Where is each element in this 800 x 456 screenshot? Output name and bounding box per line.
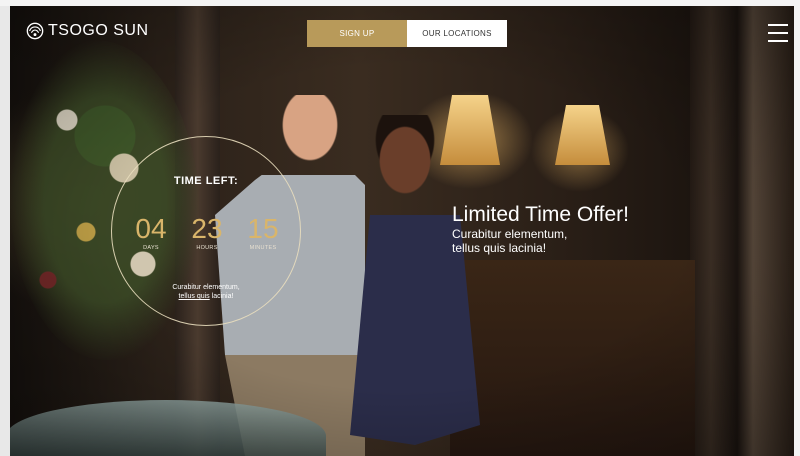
countdown-caption-link[interactable]: tellus quis — [179, 293, 210, 300]
swirl-logo-icon — [26, 22, 44, 40]
countdown-hours: 23 HOURS — [186, 213, 228, 252]
offer-line-2: tellus quis lacinia! — [452, 241, 547, 255]
countdown-minutes-value: 15 — [247, 213, 279, 244]
countdown-minutes-label: MINUTES — [249, 245, 277, 251]
top-button-group: SIGN UP OUR LOCATIONS — [307, 20, 507, 47]
countdown-caption: Curabitur elementum, tellus quis lacinia… — [112, 283, 300, 301]
top-edge-strip — [0, 0, 800, 6]
countdown-days: 04 DAYS — [130, 213, 172, 252]
countdown-caption-line1: Curabitur elementum, — [172, 284, 240, 291]
offer-line-1: Curabitur elementum, — [452, 227, 568, 241]
brand-name: TSOGO SUN — [48, 22, 149, 39]
brand-logo[interactable]: TSOGO SUN — [26, 22, 149, 40]
menu-bar — [768, 40, 788, 42]
countdown-days-label: DAYS — [143, 245, 159, 251]
sign-up-button[interactable]: SIGN UP — [307, 20, 407, 47]
countdown-hours-label: HOURS — [196, 245, 218, 251]
offer-title: Limited Time Offer! — [452, 203, 630, 226]
countdown-timer: TIME LEFT: 04 DAYS 23 HOURS 15 MINUTES C… — [111, 136, 301, 326]
countdown-units: 04 DAYS 23 HOURS 15 MINUTES — [130, 213, 284, 252]
our-locations-button[interactable]: OUR LOCATIONS — [407, 20, 507, 47]
right-edge-strip — [794, 0, 800, 456]
menu-bar — [768, 32, 788, 34]
countdown-caption-line2: tellus quis lacinia! — [112, 292, 300, 301]
countdown-days-value: 04 — [135, 213, 167, 244]
limited-offer-block: Limited Time Offer! Curabitur elementum,… — [452, 203, 629, 255]
countdown-caption-end: lacinia! — [211, 293, 234, 300]
hero-background: TSOGO SUN SIGN UP OUR LOCATIONS TIME LEF… — [0, 0, 800, 456]
left-edge-strip — [0, 0, 10, 456]
countdown-hours-value: 23 — [191, 213, 223, 244]
menu-bar — [768, 24, 788, 26]
countdown-title: TIME LEFT: — [173, 175, 239, 187]
hamburger-menu-icon[interactable] — [768, 24, 788, 42]
countdown-minutes: 15 MINUTES — [242, 213, 284, 252]
